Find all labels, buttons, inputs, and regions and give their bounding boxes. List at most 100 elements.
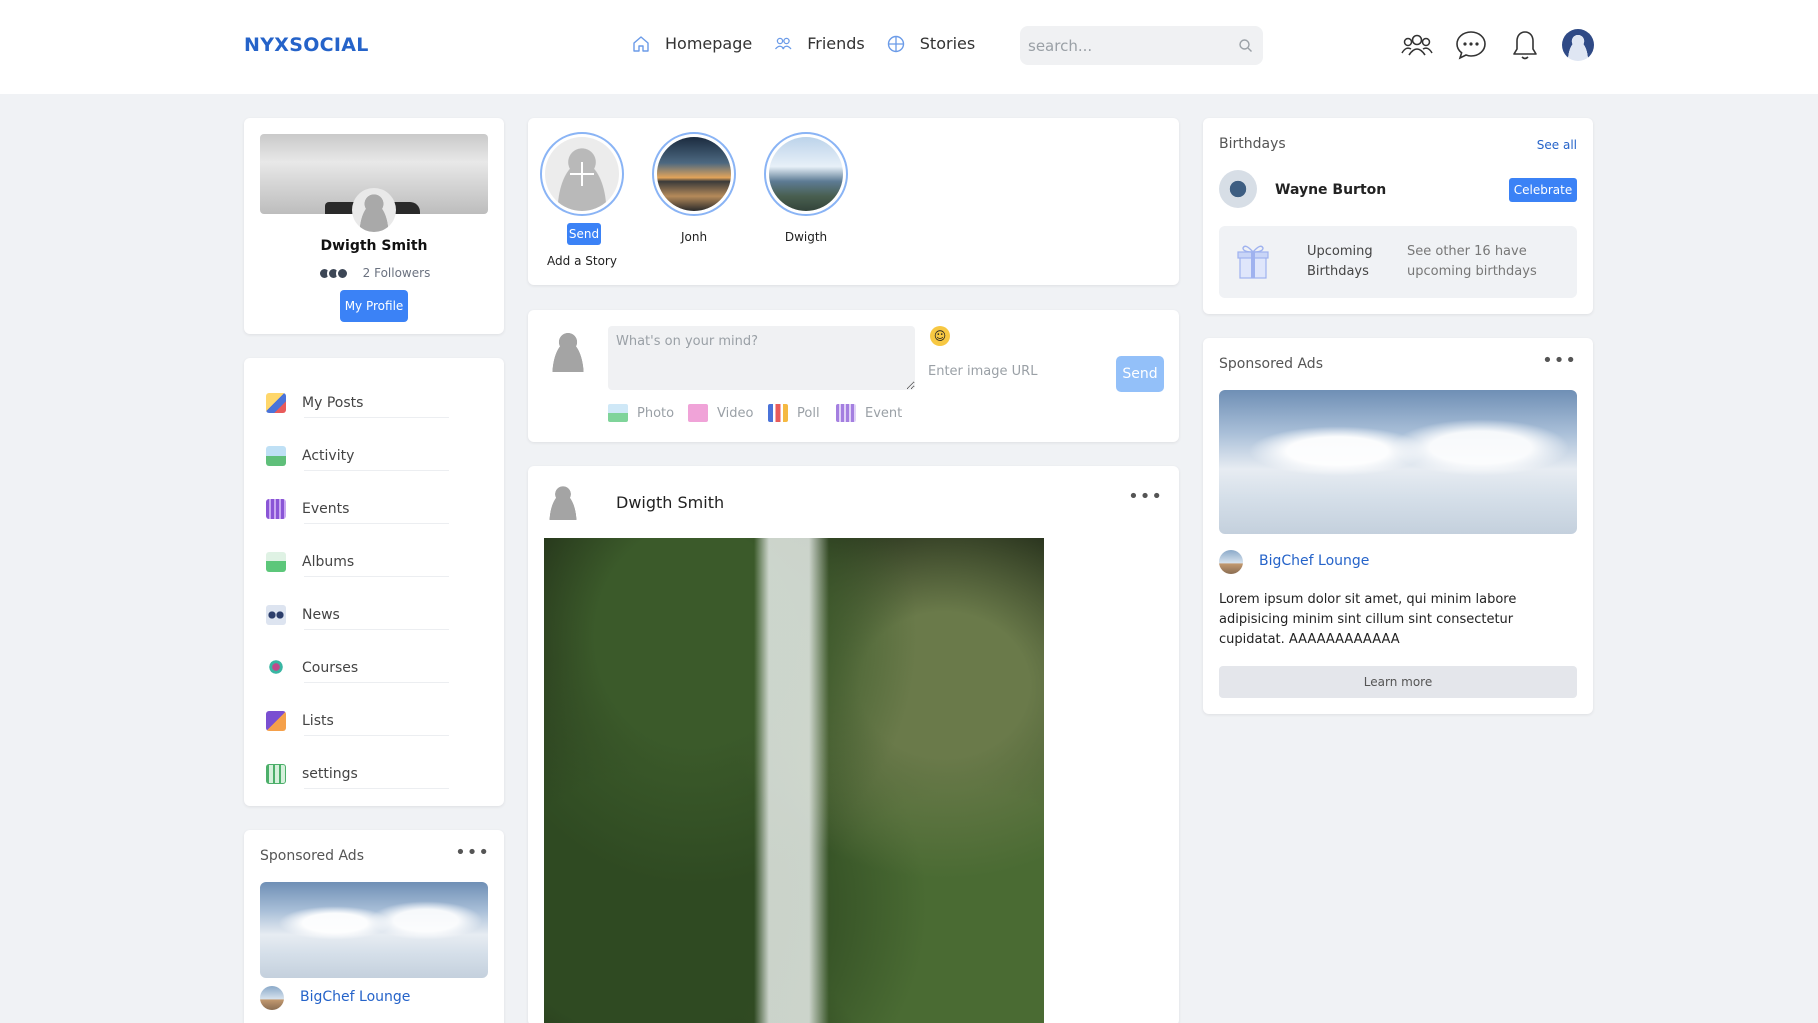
business-name[interactable]: BigChef Lounge	[1259, 553, 1369, 569]
top-bar: NYXSOCIAL Homepage Friends Stories	[0, 0, 1818, 94]
sidebar-item-courses[interactable]: Courses	[266, 641, 466, 694]
top-icons	[1400, 28, 1594, 62]
my-profile-button[interactable]: My Profile	[340, 290, 408, 322]
business-avatar[interactable]	[260, 986, 284, 1010]
profile-avatar[interactable]	[352, 188, 396, 232]
sidebar-item-albums[interactable]: Albums	[266, 535, 466, 588]
follower-avatars	[317, 266, 349, 280]
search-input[interactable]	[1028, 36, 1228, 55]
birthday-avatar[interactable]	[1219, 170, 1257, 208]
sponsored-title: Sponsored Ads	[260, 848, 364, 864]
sponsored-ads-right: Sponsored Ads ••• BigChef Lounge Lorem i…	[1203, 338, 1593, 714]
search-box	[1020, 26, 1263, 65]
story-jonh[interactable]	[652, 132, 736, 216]
birthday-person-name[interactable]: Wayne Burton	[1275, 182, 1386, 198]
ad-image[interactable]	[1219, 390, 1577, 534]
sidebar-item-events[interactable]: Events	[266, 482, 466, 535]
add-story[interactable]	[540, 132, 624, 216]
upcoming-birthdays[interactable]: Upcoming Birthdays See other 16 have upc…	[1219, 226, 1577, 298]
main-nav: Homepage Friends Stories	[632, 34, 997, 53]
bell-icon[interactable]	[1508, 28, 1542, 62]
poll-icon	[768, 404, 788, 422]
followers-count[interactable]: 2 Followers	[363, 266, 431, 280]
post-text-input[interactable]	[608, 326, 915, 390]
nav-homepage[interactable]: Homepage	[632, 34, 752, 53]
sidebar-item-news[interactable]: News	[266, 588, 466, 641]
nav-homepage-label: Homepage	[665, 34, 753, 53]
lists-icon	[266, 710, 286, 731]
followers-row: 2 Followers	[244, 266, 504, 280]
sidebar-item-my-posts[interactable]: My Posts	[266, 376, 466, 429]
story-label: Jonh	[680, 230, 708, 244]
add-story-label: Add a Story	[547, 254, 617, 268]
stories-card: Jonh Dwigth Add a Story	[528, 118, 1179, 285]
post-send-button[interactable]: Send	[1116, 356, 1164, 392]
sidebar-item-settings[interactable]: settings	[266, 747, 466, 800]
attach-video[interactable]: Video	[688, 404, 753, 422]
nav-friends[interactable]: Friends	[774, 34, 865, 53]
sidebar-item-label: News	[302, 606, 340, 623]
post-author-avatar[interactable]	[544, 482, 582, 520]
calendar-icon	[266, 498, 286, 519]
video-icon	[688, 404, 708, 422]
sponsored-title: Sponsored Ads	[1219, 356, 1323, 372]
attach-label: Video	[717, 405, 754, 421]
attach-label: Photo	[637, 405, 675, 421]
profile-name: Dwigth Smith	[320, 238, 428, 254]
sidebar-item-label: Albums	[302, 553, 355, 570]
more-options-icon[interactable]: •••	[1542, 350, 1577, 371]
emoji-icon[interactable]: ☺	[930, 326, 950, 346]
attach-label: Poll	[797, 405, 820, 421]
upcoming-text: See other 16 have upcoming birthdays	[1407, 244, 1537, 279]
activity-icon	[266, 445, 286, 466]
news-icon	[266, 604, 286, 625]
attach-event[interactable]: Event	[836, 404, 902, 422]
post-composer: ☺ Send Photo Video Poll Event	[528, 310, 1179, 442]
nav-stories[interactable]: Stories	[887, 34, 975, 53]
nav-stories-label: Stories	[919, 34, 976, 53]
post-image[interactable]	[544, 538, 1044, 1023]
birthdays-card: Birthdays See all Wayne Burton Celebrate…	[1203, 118, 1593, 314]
profile-card: Dwigth Smith 2 Followers My Profile	[244, 118, 504, 334]
globe-icon	[887, 35, 905, 53]
sidebar-menu: My Posts Activity Events Albums News Cou…	[244, 358, 504, 806]
celebrate-button[interactable]: Celebrate	[1509, 178, 1577, 202]
sidebar-item-activity[interactable]: Activity	[266, 429, 466, 482]
sidebar-item-label: Events	[302, 500, 350, 517]
business-avatar[interactable]	[1219, 550, 1243, 574]
attach-photo[interactable]: Photo	[608, 404, 674, 422]
upcoming-label: Upcoming Birthdays	[1307, 244, 1373, 279]
learn-more-button[interactable]: Learn more	[1219, 666, 1577, 698]
logo[interactable]: NYXSOCIAL	[244, 34, 369, 56]
chat-icon[interactable]	[1454, 28, 1488, 62]
business-name[interactable]: BigChef Lounge	[300, 989, 410, 1005]
more-options-icon[interactable]: •••	[455, 842, 490, 863]
post-author-name[interactable]: Dwigth Smith	[616, 493, 724, 512]
home-icon	[632, 35, 650, 53]
ad-image[interactable]	[260, 882, 488, 978]
ad-text: Lorem ipsum dolor sit amet, qui minim la…	[1219, 592, 1517, 647]
sidebar-item-label: Activity	[302, 447, 355, 464]
nav-friends-label: Friends	[807, 34, 865, 53]
posts-icon	[266, 392, 286, 413]
attach-label: Event	[865, 405, 903, 421]
sidebar-item-label: settings	[302, 765, 358, 782]
courses-icon	[266, 657, 286, 678]
image-url-input[interactable]	[928, 354, 1098, 388]
post-card: Dwigth Smith •••	[528, 466, 1179, 1023]
user-avatar[interactable]	[1562, 29, 1594, 61]
story-label: Dwigth	[784, 230, 828, 244]
sidebar-item-label: Courses	[302, 659, 359, 676]
more-options-icon[interactable]: •••	[1128, 486, 1163, 507]
gift-icon	[1237, 242, 1269, 280]
settings-icon	[266, 763, 286, 784]
story-dwigth[interactable]	[764, 132, 848, 216]
plus-icon	[564, 156, 600, 192]
attach-poll[interactable]: Poll	[768, 404, 820, 422]
users-icon[interactable]	[1400, 28, 1434, 62]
photo-icon	[608, 404, 628, 422]
search-icon[interactable]	[1238, 38, 1253, 53]
sidebar-item-lists[interactable]: Lists	[266, 694, 466, 747]
story-send-button[interactable]: Send	[567, 223, 601, 245]
see-all-link[interactable]: See all	[1537, 138, 1577, 152]
